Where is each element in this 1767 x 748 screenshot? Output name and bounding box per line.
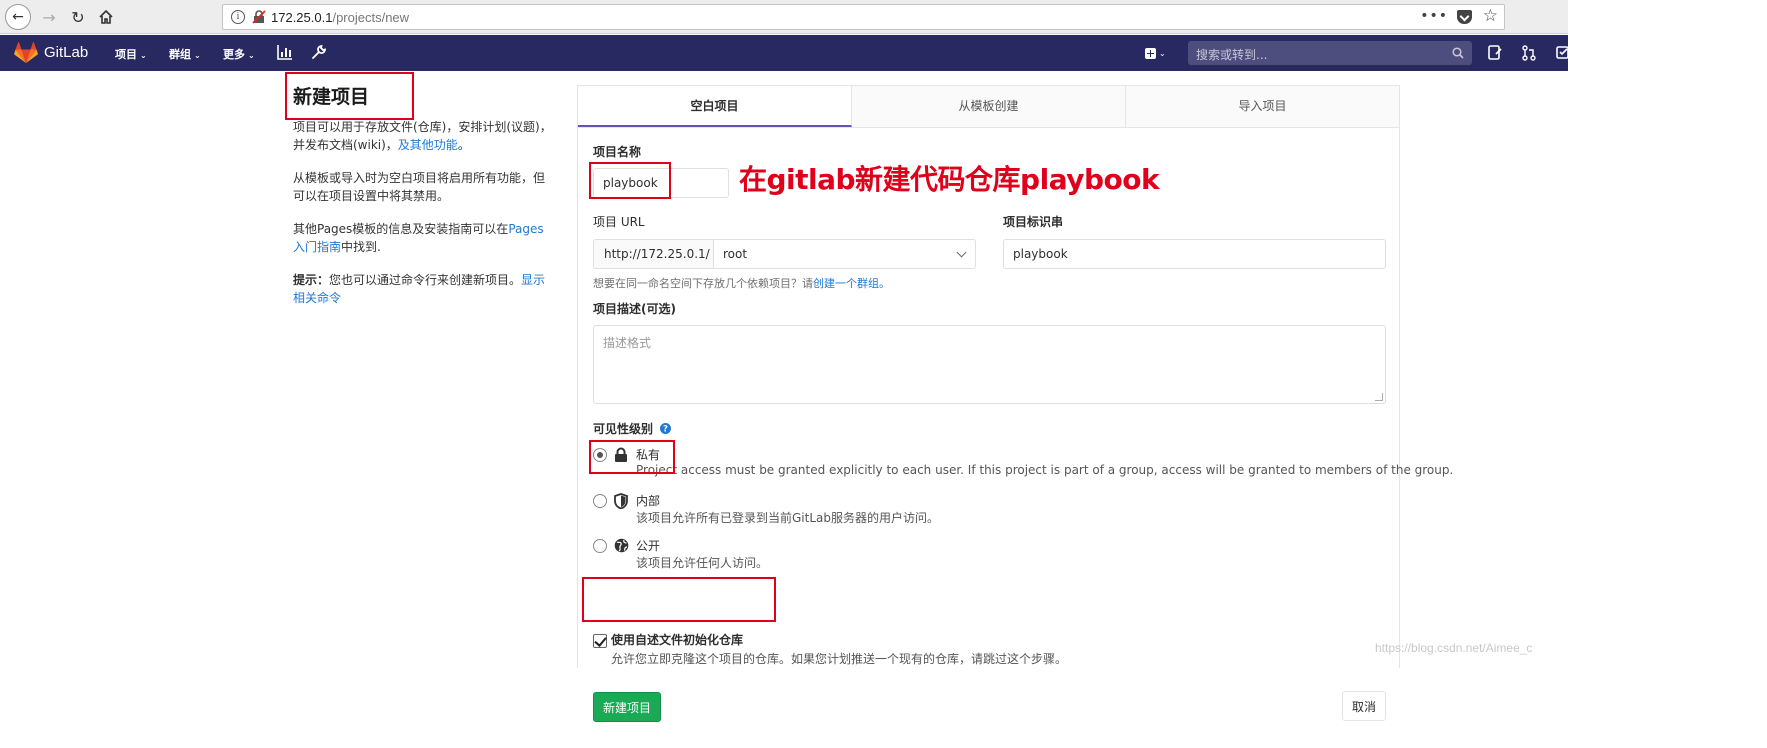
browser-toolbar: ← → ↻ i 172.25.0.1/projects/new ••• ☆ [0, 0, 1568, 34]
watermark: https://blog.csdn.net/Aimee_c [1375, 641, 1533, 655]
highlight-private-box [589, 440, 675, 474]
insecure-lock-icon[interactable] [251, 9, 267, 25]
page-actions-icon[interactable]: ••• [1420, 8, 1448, 24]
site-info-icon[interactable]: i [231, 10, 245, 24]
url-text: 172.25.0.1/projects/new [271, 10, 410, 25]
forward-arrow-icon[interactable]: → [37, 5, 61, 29]
visibility-private-option[interactable]: 私有 Project access must be granted explic… [593, 446, 1453, 482]
new-dropdown[interactable]: ⌄ [1145, 46, 1166, 60]
todos-icon[interactable] [1556, 45, 1569, 63]
tab-import-project[interactable]: 导入项目 [1126, 86, 1399, 127]
project-name-label: 项目名称 [593, 145, 642, 159]
back-arrow-icon[interactable]: ← [5, 4, 31, 30]
init-readme-help: 允许您立即克隆这个项目的仓库。如果您计划推送一个现有的仓库，请跳过这个步骤。 [611, 652, 1068, 666]
visibility-public-radio[interactable] [593, 539, 607, 553]
template-note: 从模板或导入时为空白项目将启用所有功能，但可以在项目设置中将其禁用。 [293, 171, 546, 203]
reload-icon[interactable]: ↻ [66, 5, 90, 29]
highlight-name-box [589, 162, 671, 199]
address-bar[interactable]: i 172.25.0.1/projects/new ••• ☆ [222, 4, 1505, 30]
home-icon[interactable] [94, 5, 118, 29]
search-input[interactable]: 搜索或转到... [1188, 41, 1472, 65]
highlight-readme-box [582, 577, 776, 622]
project-slug-label: 项目标识串 [1003, 215, 1064, 229]
description-textarea[interactable]: 描述格式 [593, 325, 1386, 404]
plus-square-icon [1145, 48, 1156, 59]
svg-text:?: ? [663, 425, 668, 434]
cancel-button[interactable]: 取消 [1342, 691, 1387, 721]
nav-more[interactable]: 更多 ⌄ [223, 46, 255, 62]
project-type-tabs: 空白项目 从模板创建 导入项目 [577, 85, 1400, 128]
create-group-link[interactable]: 创建一个群组。 [813, 277, 890, 290]
url-prefix: http://172.25.0.1/ [593, 239, 714, 269]
project-url-label: 项目 URL [593, 215, 645, 229]
admin-wrench-icon[interactable] [311, 44, 327, 63]
tab-from-template[interactable]: 从模板创建 [852, 86, 1126, 127]
chevron-down-icon: ⌄ [248, 51, 255, 60]
nav-groups[interactable]: 群组 ⌄ [169, 46, 201, 62]
init-readme-label[interactable]: 使用自述文件初始化仓库 [611, 631, 743, 648]
project-slug-input[interactable]: playbook [1003, 239, 1386, 269]
bookmark-star-icon[interactable]: ☆ [1483, 6, 1498, 26]
gitlab-brand[interactable]: GitLab [44, 44, 88, 61]
tab-blank-project[interactable]: 空白项目 [578, 86, 852, 127]
globe-icon [614, 538, 629, 556]
description-label: 项目描述(可选) [593, 302, 676, 316]
more-features-link[interactable]: 及其他功能 [398, 138, 458, 152]
chevron-down-icon: ⌄ [194, 51, 201, 60]
chevron-down-icon: ⌄ [1159, 49, 1166, 58]
gitlab-header: GitLab 项目 ⌄ 群组 ⌄ 更多 ⌄ ⌄ 搜索或转到... [0, 35, 1569, 71]
visibility-public-option[interactable]: 公开 该项目允许任何人访问。 [593, 537, 1393, 573]
tip-note: 提示：您也可以通过命令行来创建新项目。显示相关命令 [293, 273, 546, 305]
group-help-text: 想要在同一命名空间下存放几个依赖项目？请创建一个群组。 [593, 277, 890, 290]
visibility-internal-option[interactable]: 内部 该项目允许所有已登录到当前GitLab服务器的用户访问。 [593, 492, 1393, 528]
annotation-text: 在gitlab新建代码仓库playbook [739, 163, 1160, 196]
merge-requests-icon[interactable] [1522, 45, 1536, 64]
init-readme-checkbox[interactable] [593, 634, 607, 648]
resize-grip-icon[interactable] [1375, 393, 1383, 401]
help-question-icon: ? [660, 423, 672, 435]
create-project-button[interactable]: 新建项目 [593, 692, 662, 722]
namespace-select[interactable]: root [713, 239, 976, 269]
issues-icon[interactable] [1488, 45, 1502, 63]
intro-text: 项目可以用于存放文件(仓库)，安排计划(议题)，并发布文档(wiki)，及其他功… [293, 120, 552, 152]
visibility-internal-radio[interactable] [593, 494, 607, 508]
highlight-title-box [285, 72, 414, 120]
activity-chart-icon[interactable] [277, 44, 293, 63]
chevron-down-icon: ⌄ [140, 51, 147, 60]
gitlab-logo-icon[interactable] [14, 41, 38, 67]
search-icon [1452, 47, 1464, 62]
nav-projects[interactable]: 项目 ⌄ [115, 46, 147, 62]
shield-icon [614, 493, 628, 512]
pages-note: 其他Pages模板的信息及安装指南可以在Pages入门指南中找到. [293, 222, 544, 254]
visibility-label: 可见性级别 ? [593, 420, 672, 437]
pocket-icon[interactable] [1457, 10, 1472, 24]
chevron-down-icon [956, 247, 967, 258]
